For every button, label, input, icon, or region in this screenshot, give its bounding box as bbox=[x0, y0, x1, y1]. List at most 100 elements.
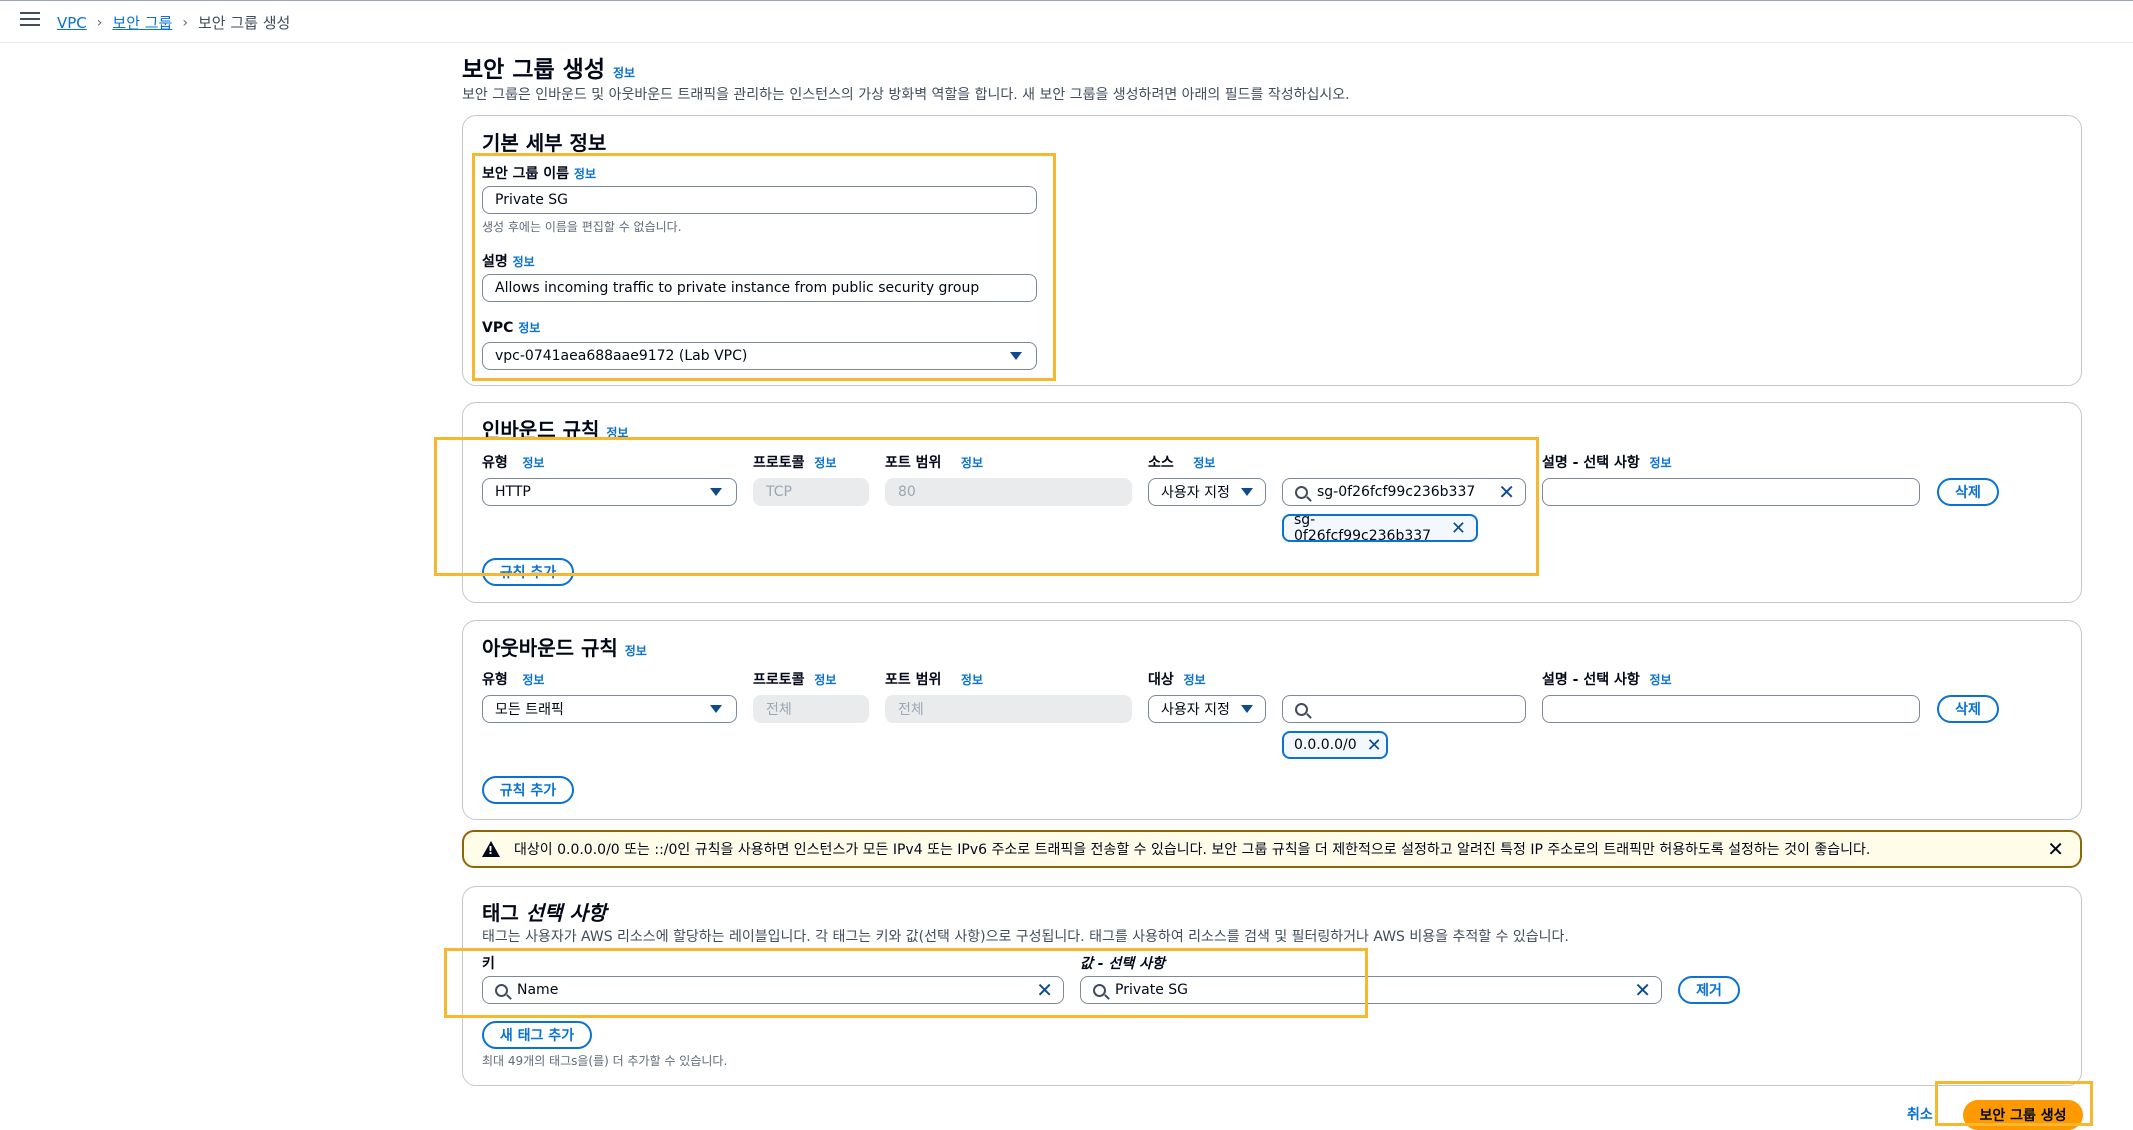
info-link[interactable]: 정보 bbox=[1184, 673, 1206, 687]
outbound-col-port-text: 포트 범위 bbox=[885, 672, 942, 688]
outbound-add-rule-button[interactable]: 규칙 추가 bbox=[482, 776, 574, 804]
breadcrumb-security-groups[interactable]: 보안 그룹 bbox=[112, 12, 172, 33]
outbound-dest-token-text: 0.0.0.0/0 bbox=[1294, 737, 1357, 753]
inbound-col-protocol-text: 프로토콜 bbox=[753, 455, 805, 471]
warning-alert-text: 대상이 0.0.0.0/0 또는 ::/0인 규칙을 사용하면 인스턴스가 모든… bbox=[514, 842, 1871, 858]
inbound-col-desc: 설명 - 선택 사항 정보 bbox=[1542, 452, 1672, 472]
close-icon[interactable]: ✕ bbox=[1451, 518, 1466, 539]
outbound-dest-mode-select[interactable]: 사용자 지정 bbox=[1148, 695, 1266, 723]
tag-key-label: 키 bbox=[482, 956, 495, 972]
breadcrumb-vpc[interactable]: VPC bbox=[57, 14, 87, 32]
tag-remove-button[interactable]: 제거 bbox=[1678, 976, 1740, 1004]
tags-title: 태그 선택 사항 bbox=[482, 897, 606, 926]
tags-limit-hint: 최대 49개의 태그s을(를) 더 추가할 수 있습니다. bbox=[482, 1054, 728, 1068]
outbound-dest-search[interactable] bbox=[1282, 695, 1526, 723]
outbound-col-protocol-text: 프로토콜 bbox=[753, 672, 805, 688]
tags-title-text: 태그 bbox=[482, 901, 519, 925]
search-icon bbox=[495, 983, 508, 997]
outbound-type-select[interactable]: 모든 트래픽 bbox=[482, 695, 737, 723]
inbound-description-input[interactable] bbox=[1542, 478, 1920, 506]
tag-value-label: 값 - 선택 사항 bbox=[1080, 956, 1165, 972]
inbound-type-value: HTTP bbox=[495, 484, 531, 500]
outbound-col-dest: 대상 정보 bbox=[1148, 669, 1206, 689]
tags-title-optional: 선택 사항 bbox=[525, 901, 607, 925]
menu-icon[interactable] bbox=[20, 12, 40, 30]
caret-down-icon bbox=[710, 705, 722, 713]
outbound-col-port: 포트 범위 정보 bbox=[885, 669, 983, 689]
info-link[interactable]: 정보 bbox=[518, 321, 540, 335]
close-icon[interactable]: ✕ bbox=[1367, 735, 1382, 756]
close-icon[interactable]: ✕ bbox=[1634, 980, 1651, 1000]
inbound-add-rule-button[interactable]: 규칙 추가 bbox=[482, 558, 574, 586]
sg-name-label: 보안 그룹 이름 정보 bbox=[482, 163, 596, 183]
inbound-col-port: 포트 범위 정보 bbox=[885, 452, 983, 472]
page-description: 보안 그룹은 인바운드 및 아웃바운드 트래픽을 관리하는 인스턴스의 가상 방… bbox=[462, 87, 1350, 103]
info-link[interactable]: 정보 bbox=[814, 673, 836, 687]
inbound-source-mode-select[interactable]: 사용자 지정 bbox=[1148, 478, 1266, 506]
inbound-col-port-text: 포트 범위 bbox=[885, 455, 942, 471]
outbound-col-type: 유형 정보 bbox=[482, 669, 544, 689]
sg-name-hint: 생성 후에는 이름을 편집할 수 없습니다. bbox=[482, 220, 682, 234]
inbound-title: 인바운드 규칙 정보 bbox=[482, 414, 628, 443]
info-link[interactable]: 정보 bbox=[814, 456, 836, 470]
inbound-source-mode-value: 사용자 지정 bbox=[1161, 485, 1230, 501]
search-icon bbox=[1093, 983, 1106, 997]
tag-key-input[interactable]: Name ✕ bbox=[482, 976, 1064, 1004]
inbound-col-type-text: 유형 bbox=[482, 455, 508, 471]
inbound-source-token-text: sg-0f26fcf99c236b337 bbox=[1294, 512, 1432, 544]
info-link[interactable]: 정보 bbox=[613, 66, 635, 80]
inbound-delete-button[interactable]: 삭제 bbox=[1937, 478, 1999, 506]
info-link[interactable]: 정보 bbox=[522, 456, 544, 470]
inbound-col-protocol: 프로토콜 정보 bbox=[753, 452, 836, 472]
page-title: 보안 그룹 생성 정보 bbox=[462, 50, 635, 84]
inbound-protocol-field: TCP bbox=[753, 478, 869, 506]
info-link[interactable]: 정보 bbox=[513, 255, 535, 269]
outbound-dest-mode-value: 사용자 지정 bbox=[1161, 702, 1230, 718]
inbound-col-source: 소스 정보 bbox=[1148, 452, 1215, 472]
info-link[interactable]: 정보 bbox=[606, 426, 628, 440]
info-link[interactable]: 정보 bbox=[522, 673, 544, 687]
create-security-group-button[interactable]: 보안 그룹 생성 bbox=[1963, 1100, 2083, 1130]
info-link[interactable]: 정보 bbox=[1649, 673, 1671, 687]
inbound-type-select[interactable]: HTTP bbox=[482, 478, 737, 506]
info-link[interactable]: 정보 bbox=[1649, 456, 1671, 470]
info-link[interactable]: 정보 bbox=[1193, 456, 1215, 470]
inbound-protocol-value: TCP bbox=[766, 484, 792, 500]
vpc-label: VPC 정보 bbox=[482, 319, 540, 336]
inbound-col-type: 유형 정보 bbox=[482, 452, 544, 472]
search-icon bbox=[1295, 485, 1308, 499]
cancel-link[interactable]: 취소 bbox=[1907, 1104, 1933, 1124]
add-tag-button[interactable]: 새 태그 추가 bbox=[482, 1021, 592, 1049]
outbound-col-desc: 설명 - 선택 사항 정보 bbox=[1542, 669, 1672, 689]
sg-name-input[interactable]: Private SG bbox=[482, 186, 1037, 214]
caret-down-icon bbox=[1010, 352, 1022, 360]
vpc-select[interactable]: vpc-0741aea688aae9172 (Lab VPC) bbox=[482, 342, 1037, 370]
description-value: Allows incoming traffic to private insta… bbox=[495, 280, 980, 296]
info-link[interactable]: 정보 bbox=[625, 644, 647, 658]
outbound-description-input[interactable] bbox=[1542, 695, 1920, 723]
info-link[interactable]: 정보 bbox=[574, 167, 596, 181]
search-icon bbox=[1295, 702, 1308, 716]
top-bar: VPC › 보안 그룹 › 보안 그룹 생성 bbox=[0, 0, 2133, 43]
close-icon[interactable]: ✕ bbox=[1036, 980, 1053, 1000]
close-icon[interactable]: ✕ bbox=[2047, 839, 2064, 859]
basic-details-title: 기본 세부 정보 bbox=[482, 131, 607, 155]
tag-value-input[interactable]: Private SG ✕ bbox=[1080, 976, 1662, 1004]
description-label: 설명 정보 bbox=[482, 251, 535, 271]
inbound-col-desc-text: 설명 - 선택 사항 bbox=[1542, 455, 1640, 471]
info-link[interactable]: 정보 bbox=[961, 673, 983, 687]
outbound-port-value: 전체 bbox=[898, 702, 924, 718]
outbound-protocol-value: 전체 bbox=[766, 702, 792, 718]
info-link[interactable]: 정보 bbox=[961, 456, 983, 470]
tag-key-value: Name bbox=[517, 982, 559, 998]
caret-down-icon bbox=[710, 488, 722, 496]
inbound-port-value: 80 bbox=[898, 484, 916, 500]
close-icon[interactable]: ✕ bbox=[1498, 482, 1515, 502]
description-input[interactable]: Allows incoming traffic to private insta… bbox=[482, 274, 1037, 302]
inbound-source-search[interactable]: sg-0f26fcf99c236b337 ✕ bbox=[1282, 478, 1526, 506]
outbound-delete-button[interactable]: 삭제 bbox=[1937, 695, 1999, 723]
page-title-text: 보안 그룹 생성 bbox=[462, 57, 605, 83]
outbound-type-value: 모든 트래픽 bbox=[495, 702, 564, 718]
outbound-col-desc-text: 설명 - 선택 사항 bbox=[1542, 672, 1640, 688]
caret-down-icon bbox=[1241, 488, 1253, 496]
